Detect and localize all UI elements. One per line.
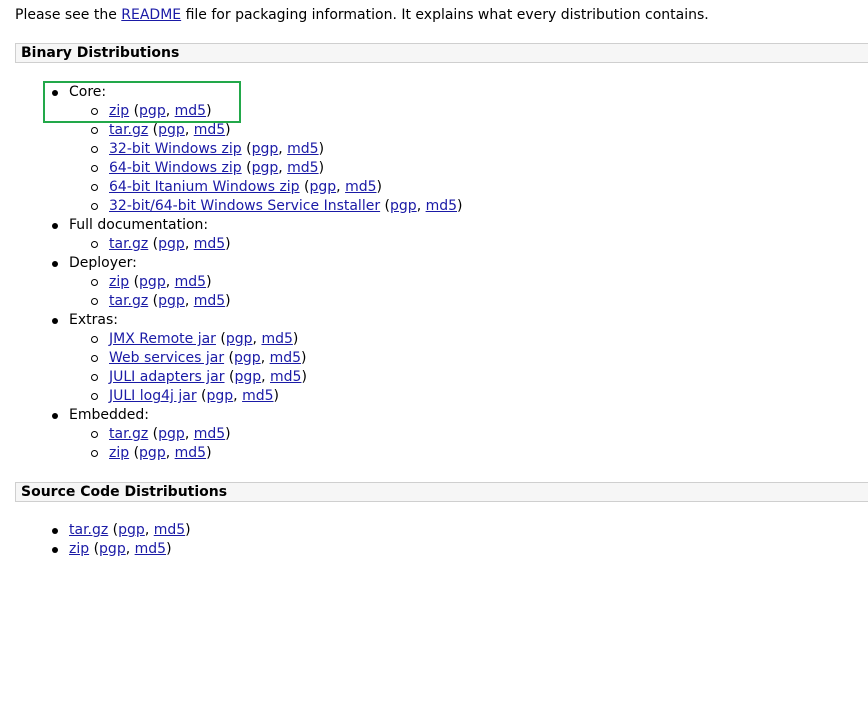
pgp-link[interactable]: pgp xyxy=(139,274,166,290)
download-link[interactable]: Web services jar xyxy=(109,350,224,366)
pgp-link[interactable]: pgp xyxy=(139,445,166,461)
pgp-link[interactable]: pgp xyxy=(207,388,234,404)
md5-link[interactable]: md5 xyxy=(175,274,206,290)
md5-link[interactable]: md5 xyxy=(287,160,318,176)
pgp-link[interactable]: pgp xyxy=(252,141,279,157)
download-item: 32-bit Windows zip (pgp, md5) xyxy=(91,140,463,159)
download-link[interactable]: tar.gz xyxy=(69,522,108,538)
pgp-link[interactable]: pgp xyxy=(139,103,166,119)
download-link[interactable]: JULI adapters jar xyxy=(109,369,225,385)
download-item: zip (pgp, md5) xyxy=(91,273,463,292)
md5-link[interactable]: md5 xyxy=(426,198,457,214)
group-embedded: Embedded: tar.gz (pgp, md5) zip (pgp, md… xyxy=(52,406,463,463)
download-item: tar.gz (pgp, md5) xyxy=(91,292,463,311)
download-link[interactable]: zip xyxy=(69,541,89,557)
pgp-link[interactable]: pgp xyxy=(158,122,185,138)
download-item: tar.gz (pgp, md5) xyxy=(91,121,463,140)
download-link[interactable]: tar.gz xyxy=(109,293,148,309)
download-link[interactable]: 32-bit/64-bit Windows Service Installer xyxy=(109,198,380,214)
md5-link[interactable]: md5 xyxy=(154,522,185,538)
group-label: Core: xyxy=(69,84,107,100)
md5-link[interactable]: md5 xyxy=(287,141,318,157)
intro-prefix: Please see the xyxy=(15,7,122,23)
pgp-link[interactable]: pgp xyxy=(310,179,337,195)
md5-link[interactable]: md5 xyxy=(345,179,376,195)
readme-link[interactable]: README xyxy=(121,7,181,23)
md5-link[interactable]: md5 xyxy=(194,293,225,309)
download-item: 32-bit/64-bit Windows Service Installer … xyxy=(91,198,463,214)
group-core: Core: zip (pgp, md5) tar.gz (pgp, md5) 3… xyxy=(52,83,463,216)
pgp-link[interactable]: pgp xyxy=(158,236,185,252)
md5-link[interactable]: md5 xyxy=(261,331,292,347)
md5-link[interactable]: md5 xyxy=(242,388,273,404)
pgp-link[interactable]: pgp xyxy=(252,160,279,176)
pgp-link[interactable]: pgp xyxy=(118,522,145,538)
download-link[interactable]: JULI log4j jar xyxy=(109,388,197,404)
download-item: tar.gz (pgp, md5) xyxy=(91,425,463,444)
pgp-link[interactable]: pgp xyxy=(226,331,253,347)
pgp-link[interactable]: pgp xyxy=(390,198,417,214)
download-item: zip (pgp, md5) xyxy=(52,540,191,559)
md5-link[interactable]: md5 xyxy=(194,426,225,442)
download-link[interactable]: tar.gz xyxy=(109,426,148,442)
md5-link[interactable]: md5 xyxy=(194,122,225,138)
group-label: Extras: xyxy=(69,312,118,328)
group-extras: Extras: JMX Remote jar (pgp, md5) Web se… xyxy=(52,311,463,406)
download-item: JULI log4j jar (pgp, md5) xyxy=(91,387,463,406)
download-item: Web services jar (pgp, md5) xyxy=(91,349,463,368)
download-link[interactable]: 32-bit Windows zip xyxy=(109,141,242,157)
pgp-link[interactable]: pgp xyxy=(99,541,126,557)
group-deployer-items: zip (pgp, md5) tar.gz (pgp, md5) xyxy=(69,273,463,311)
download-link[interactable]: zip xyxy=(109,103,129,119)
download-item: 64-bit Windows zip (pgp, md5) xyxy=(91,159,463,178)
download-link[interactable]: zip xyxy=(109,274,129,290)
intro-text: Please see the README file for packaging… xyxy=(15,6,709,25)
download-link[interactable]: tar.gz xyxy=(109,122,148,138)
group-full-documentation: Full documentation: tar.gz (pgp, md5) xyxy=(52,216,463,254)
binary-distributions-list: Core: zip (pgp, md5) tar.gz (pgp, md5) 3… xyxy=(0,83,463,463)
source-code-distributions-header: Source Code Distributions xyxy=(15,482,868,502)
md5-link[interactable]: md5 xyxy=(270,350,301,366)
download-link[interactable]: JMX Remote jar xyxy=(109,331,216,347)
md5-link[interactable]: md5 xyxy=(270,369,301,385)
pgp-link[interactable]: pgp xyxy=(234,350,261,366)
md5-link[interactable]: md5 xyxy=(135,541,166,557)
binary-distributions-header: Binary Distributions xyxy=(15,43,868,63)
download-item: JULI adapters jar (pgp, md5) xyxy=(91,368,463,387)
pgp-link[interactable]: pgp xyxy=(234,369,261,385)
pgp-link[interactable]: pgp xyxy=(158,426,185,442)
group-label: Deployer: xyxy=(69,255,137,271)
md5-link[interactable]: md5 xyxy=(194,236,225,252)
intro-suffix: file for packaging information. It expla… xyxy=(181,7,709,23)
group-embedded-items: tar.gz (pgp, md5) zip (pgp, md5) xyxy=(69,425,463,463)
download-item: tar.gz (pgp, md5) xyxy=(91,235,463,254)
md5-link[interactable]: md5 xyxy=(175,103,206,119)
group-label: Full documentation: xyxy=(69,217,209,233)
download-item: zip (pgp, md5) xyxy=(91,444,463,463)
group-extras-items: JMX Remote jar (pgp, md5) Web services j… xyxy=(69,330,463,406)
download-link[interactable]: 64-bit Windows zip xyxy=(109,160,242,176)
group-deployer: Deployer: zip (pgp, md5) tar.gz (pgp, md… xyxy=(52,254,463,311)
download-item: tar.gz (pgp, md5) xyxy=(52,522,191,538)
md5-link[interactable]: md5 xyxy=(175,445,206,461)
group-core-items: zip (pgp, md5) tar.gz (pgp, md5) 32-bit … xyxy=(69,102,463,216)
download-item: zip (pgp, md5) xyxy=(91,102,463,121)
group-label: Embedded: xyxy=(69,407,149,423)
download-link[interactable]: tar.gz xyxy=(109,236,148,252)
group-full-documentation-items: tar.gz (pgp, md5) xyxy=(69,235,463,254)
download-item: 64-bit Itanium Windows zip (pgp, md5) xyxy=(91,178,463,197)
download-link[interactable]: zip xyxy=(109,445,129,461)
download-link[interactable]: 64-bit Itanium Windows zip xyxy=(109,179,300,195)
pgp-link[interactable]: pgp xyxy=(158,293,185,309)
source-distributions-list: tar.gz (pgp, md5) zip (pgp, md5) xyxy=(0,521,191,559)
download-item: JMX Remote jar (pgp, md5) xyxy=(91,330,463,349)
